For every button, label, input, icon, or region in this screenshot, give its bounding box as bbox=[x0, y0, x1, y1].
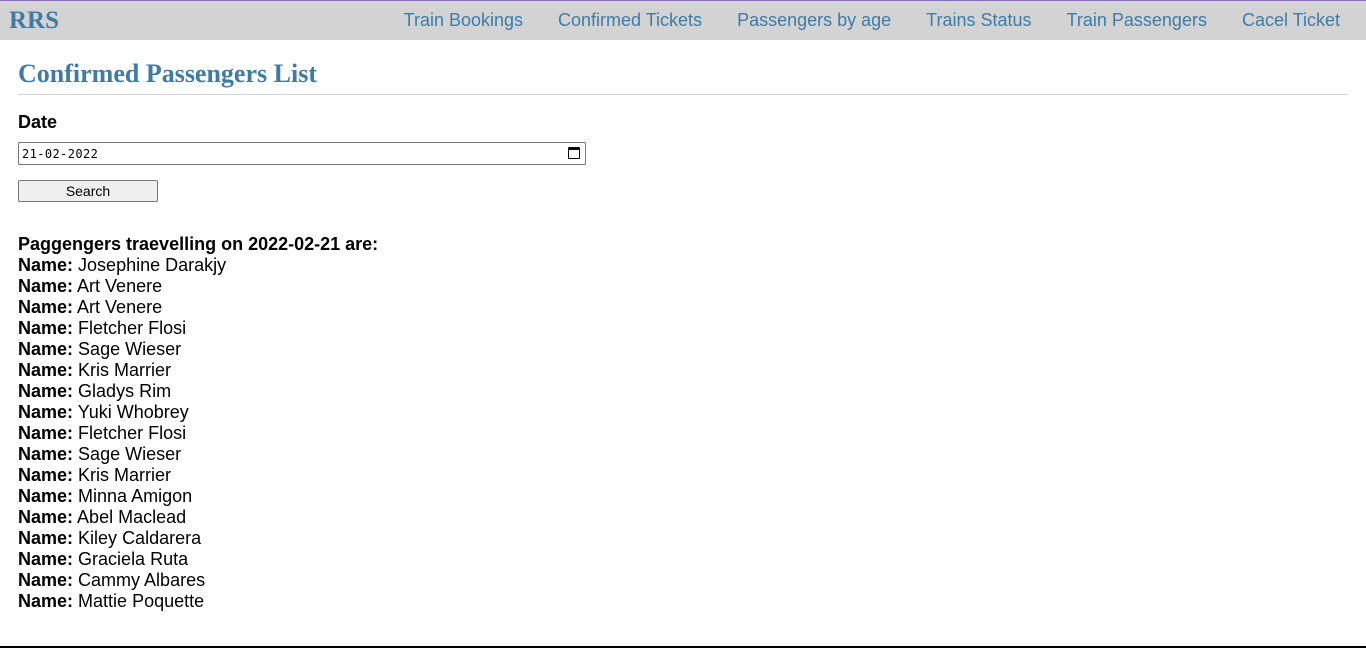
name-prefix-label: Name: bbox=[18, 486, 74, 506]
passenger-name: Kris Marrier bbox=[78, 465, 172, 485]
name-prefix-label: Name: bbox=[18, 297, 74, 317]
passenger-name: Fletcher Flosi bbox=[78, 423, 187, 443]
name-prefix-label: Name: bbox=[18, 570, 74, 590]
name-prefix-label: Name: bbox=[18, 591, 74, 611]
passenger-list-item: Name: Sage Wieser bbox=[18, 444, 1348, 465]
results-heading: Paggengers traevelling on 2022-02-21 are… bbox=[18, 234, 379, 254]
passenger-list-item: Name: Art Venere bbox=[18, 297, 1348, 318]
name-prefix-label: Name: bbox=[18, 444, 74, 464]
date-input[interactable]: 21-02-2022 bbox=[18, 142, 586, 165]
passenger-name: Art Venere bbox=[77, 276, 163, 296]
name-prefix-label: Name: bbox=[18, 255, 74, 275]
name-prefix-label: Name: bbox=[18, 318, 74, 338]
passenger-name: Minna Amigon bbox=[78, 486, 193, 506]
nav-links: Train Bookings Confirmed Tickets Passeng… bbox=[386, 1, 1366, 40]
passenger-name: Art Venere bbox=[77, 297, 163, 317]
calendar-icon[interactable] bbox=[568, 147, 580, 159]
passenger-name: Kris Marrier bbox=[78, 360, 172, 380]
passenger-name: Cammy Albares bbox=[78, 570, 206, 590]
name-prefix-label: Name: bbox=[18, 423, 74, 443]
brand-logo-link[interactable]: RRS bbox=[9, 6, 59, 35]
nav-link-cancel-ticket[interactable]: Cacel Ticket bbox=[1224, 1, 1366, 40]
passenger-list-item: Name: Mattie Poquette bbox=[18, 591, 1348, 612]
passenger-list-item: Name: Abel Maclead bbox=[18, 507, 1348, 528]
passenger-list-item: Name: Josephine Darakjy bbox=[18, 255, 1348, 276]
passenger-list-item: Name: Sage Wieser bbox=[18, 339, 1348, 360]
date-label: Date bbox=[18, 112, 58, 132]
nav-link-train-passengers[interactable]: Train Passengers bbox=[1049, 1, 1224, 40]
passenger-list-item: Name: Kiley Caldarera bbox=[18, 528, 1348, 549]
name-prefix-label: Name: bbox=[18, 381, 74, 401]
nav-link-trains-status[interactable]: Trains Status bbox=[909, 1, 1049, 40]
passenger-list-item: Name: Graciela Ruta bbox=[18, 549, 1348, 570]
passenger-list-item: Name: Kris Marrier bbox=[18, 465, 1348, 486]
top-navbar: RRS Train Bookings Confirmed Tickets Pas… bbox=[0, 1, 1366, 40]
passenger-list-item: Name: Fletcher Flosi bbox=[18, 423, 1348, 444]
name-prefix-label: Name: bbox=[18, 402, 74, 422]
passenger-name: Kiley Caldarera bbox=[78, 528, 202, 548]
name-prefix-label: Name: bbox=[18, 360, 74, 380]
passenger-name: Abel Maclead bbox=[77, 507, 187, 527]
passenger-list: Name: Josephine Darakjy Name: Art Venere N… bbox=[18, 255, 1348, 612]
passenger-list-item: Name: Gladys Rim bbox=[18, 381, 1348, 402]
passenger-name: Sage Wieser bbox=[78, 444, 182, 464]
name-prefix-label: Name: bbox=[18, 507, 74, 527]
passenger-list-item: Name: Art Venere bbox=[18, 276, 1348, 297]
name-prefix-label: Name: bbox=[18, 528, 74, 548]
name-prefix-label: Name: bbox=[18, 549, 74, 569]
title-divider bbox=[18, 94, 1348, 95]
passenger-list-item: Name: Cammy Albares bbox=[18, 570, 1348, 591]
nav-link-confirmed-tickets[interactable]: Confirmed Tickets bbox=[541, 1, 720, 40]
passenger-list-item: Name: Yuki Whobrey bbox=[18, 402, 1348, 423]
passenger-name: Sage Wieser bbox=[78, 339, 182, 359]
passenger-name: Mattie Poquette bbox=[78, 591, 205, 611]
name-prefix-label: Name: bbox=[18, 276, 74, 296]
page-title: Confirmed Passengers List bbox=[18, 59, 317, 88]
date-input-value: 21-02-2022 bbox=[22, 147, 99, 161]
passenger-name: Josephine Darakjy bbox=[78, 255, 227, 275]
passenger-name: Gladys Rim bbox=[78, 381, 172, 401]
passenger-list-item: Name: Kris Marrier bbox=[18, 360, 1348, 381]
main-content: Confirmed Passengers List Date 21-02-202… bbox=[18, 41, 1348, 612]
passenger-name: Fletcher Flosi bbox=[78, 318, 187, 338]
passenger-list-item: Name: Minna Amigon bbox=[18, 486, 1348, 507]
passenger-name: Yuki Whobrey bbox=[77, 402, 189, 422]
search-button[interactable]: Search bbox=[18, 180, 158, 202]
passenger-name: Graciela Ruta bbox=[78, 549, 189, 569]
nav-link-train-bookings[interactable]: Train Bookings bbox=[386, 1, 540, 40]
passenger-list-item: Name: Fletcher Flosi bbox=[18, 318, 1348, 339]
nav-link-passengers-by-age[interactable]: Passengers by age bbox=[720, 1, 909, 40]
name-prefix-label: Name: bbox=[18, 339, 74, 359]
name-prefix-label: Name: bbox=[18, 465, 74, 485]
